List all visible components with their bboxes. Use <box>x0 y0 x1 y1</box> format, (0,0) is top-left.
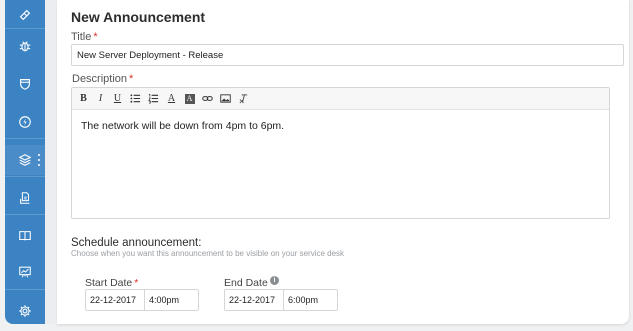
start-time-field[interactable]: 4:00pm <box>145 290 198 310</box>
sidebar-divider <box>5 289 45 290</box>
end-datetime-picker: 22-12-2017 6:00pm <box>224 289 338 311</box>
document-stack-icon <box>20 192 30 204</box>
numbered-list-button[interactable] <box>146 91 161 106</box>
numbered-list-icon <box>148 94 159 104</box>
bug-icon <box>19 41 31 52</box>
sidebar-divider <box>5 214 45 215</box>
highlight-glyph: A <box>184 93 195 104</box>
end-time-field[interactable]: 6:00pm <box>284 290 337 310</box>
title-label: Title * <box>71 31 98 43</box>
italic-button[interactable]: I <box>93 91 108 106</box>
sidebar <box>5 0 45 324</box>
schedule-hint: Choose when you want this announcement t… <box>71 249 345 258</box>
sidebar-divider <box>5 176 45 177</box>
gear-icon <box>19 305 31 317</box>
sidebar-divider <box>5 138 45 139</box>
sidebar-item-knowledge-base[interactable] <box>5 221 45 251</box>
more-options-icon[interactable] <box>37 154 41 166</box>
clear-format-icon <box>239 94 248 104</box>
title-input[interactable] <box>71 44 624 66</box>
sidebar-edge <box>45 0 55 324</box>
start-date-label: Start Date * <box>85 277 138 289</box>
sidebar-item-changes[interactable] <box>5 107 45 137</box>
editor-toolbar: B I U A A <box>72 88 609 110</box>
description-label: Description * <box>72 73 133 85</box>
start-date-label-text: Start Date <box>85 277 133 289</box>
end-date-field[interactable]: 22-12-2017 <box>225 290 284 310</box>
bold-button[interactable]: B <box>76 91 91 106</box>
sidebar-item-problems[interactable] <box>5 31 45 61</box>
layers-icon <box>18 154 32 166</box>
image-icon <box>220 94 231 103</box>
announcement-form: New Announcement Title* Description* B I… <box>57 0 629 324</box>
book-icon <box>19 231 31 241</box>
title-label-text: Title <box>71 31 92 43</box>
sidebar-item-security[interactable] <box>5 69 45 99</box>
bulleted-list-button[interactable] <box>128 91 143 106</box>
info-icon[interactable]: i <box>270 276 279 285</box>
shield-icon <box>20 79 30 90</box>
start-datetime-picker: 22-12-2017 4:00pm <box>85 289 199 311</box>
required-marker: * <box>134 277 139 289</box>
sidebar-item-settings[interactable] <box>5 296 45 326</box>
highlight-button[interactable]: A <box>182 91 197 106</box>
link-icon <box>202 96 213 101</box>
clear-format-button[interactable] <box>236 91 251 106</box>
ticket-icon <box>19 9 31 21</box>
sidebar-item-tickets[interactable] <box>5 0 45 30</box>
schedule-heading: Schedule announcement: <box>71 237 202 249</box>
description-label-text: Description <box>72 73 128 85</box>
required-marker: * <box>129 73 134 85</box>
description-editor[interactable]: B I U A A The network will be down from … <box>71 87 610 219</box>
sidebar-divider <box>5 28 45 29</box>
text-color-button[interactable]: A <box>164 91 179 106</box>
description-text: The network will be down from 4pm to 6pm… <box>81 120 285 132</box>
lightning-icon <box>19 116 31 128</box>
start-date-field[interactable]: 22-12-2017 <box>86 290 145 310</box>
page-title: New Announcement <box>71 9 206 25</box>
sidebar-item-releases[interactable] <box>5 183 45 213</box>
link-button[interactable] <box>200 91 215 106</box>
insert-image-button[interactable] <box>218 91 233 106</box>
bulleted-list-icon <box>130 94 141 103</box>
required-marker: * <box>93 31 98 43</box>
underline-button[interactable]: U <box>110 91 125 106</box>
sidebar-item-reports[interactable] <box>5 257 45 287</box>
end-date-label: End Date <box>224 277 268 289</box>
presentation-chart-icon <box>19 266 31 278</box>
